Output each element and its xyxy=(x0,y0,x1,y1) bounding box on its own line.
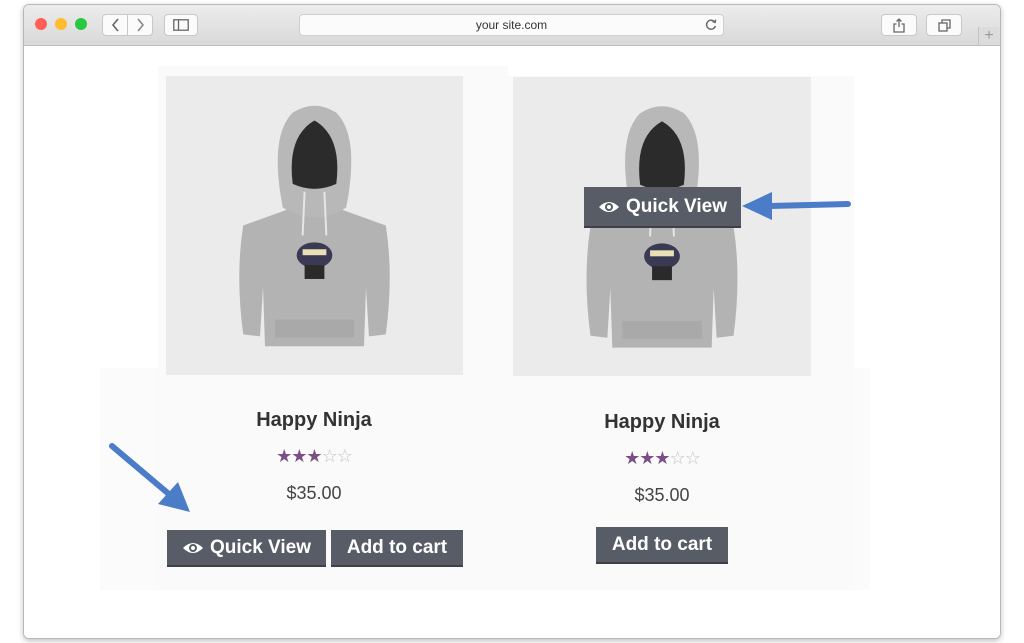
annotation-arrow xyxy=(109,443,190,512)
annotation-overlay xyxy=(109,192,851,512)
annotation-arrow xyxy=(742,192,851,220)
